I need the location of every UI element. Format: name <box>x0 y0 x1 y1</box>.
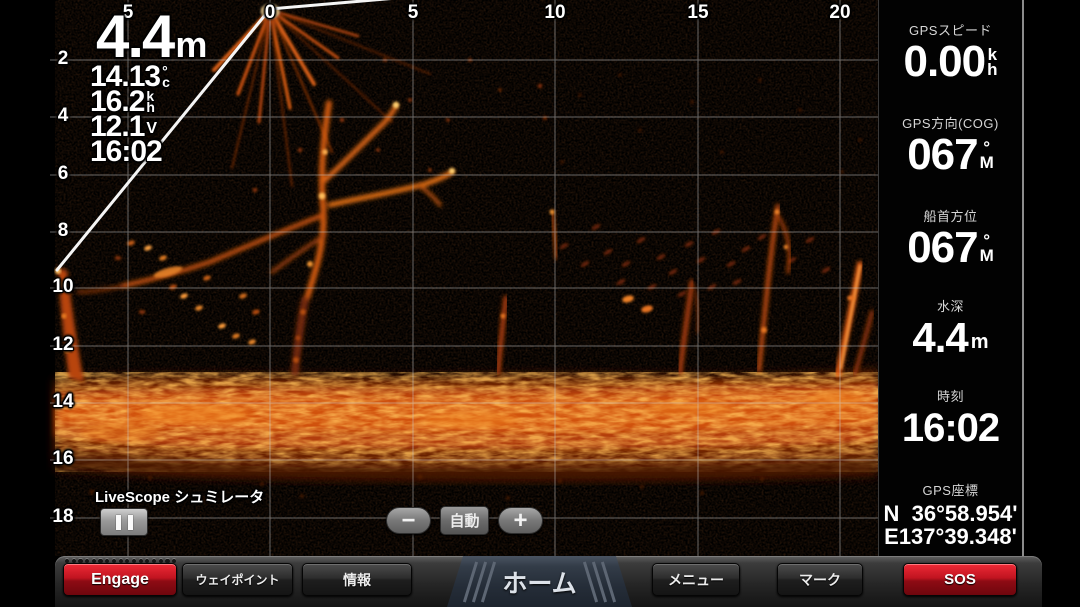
field-time: 時刻 16:02 <box>879 386 1022 451</box>
info-button[interactable]: 情報 <box>302 563 412 596</box>
overlay-time: 16:02 <box>90 139 207 164</box>
seabed-return <box>55 370 878 482</box>
zoom-out-button[interactable]: − <box>386 507 431 534</box>
overlay-depth: 4.4 m <box>96 10 207 64</box>
field-gps-speed: GPSスピード 0.00 kh <box>879 20 1022 85</box>
depth-tick: 2 <box>42 48 84 70</box>
sonar-overlay: 4.4 m 14.13 °c 16.2 kh 12.1 V 16:02 <box>90 10 207 164</box>
field-heading: 船首方位 067 °M <box>879 206 1022 271</box>
depth-tick: 12 <box>42 334 84 356</box>
chartplotter-screen: 5 0 5 10 15 20 2 4 6 8 10 12 14 16 18 4.… <box>0 0 1080 607</box>
field-depth: 水深 4.4 m <box>879 296 1022 361</box>
sos-button[interactable]: SOS <box>903 563 1017 596</box>
depth-tick: 6 <box>42 163 84 185</box>
depth-tick: 4 <box>42 105 84 127</box>
pause-icon <box>116 515 133 530</box>
auto-range-button[interactable]: 自動 <box>440 506 489 535</box>
range-tick: 10 <box>538 2 572 24</box>
depth-tick: 16 <box>42 448 84 470</box>
zoom-in-button[interactable]: + <box>498 507 543 534</box>
range-tick: 0 <box>253 2 287 24</box>
menu-button[interactable]: メニュー <box>652 563 740 596</box>
bottom-toolbar: ホーム Engage ウェイポイント 情報 メニュー マーク SOS <box>55 556 1042 607</box>
pause-button[interactable] <box>100 508 148 536</box>
depth-tick: 10 <box>42 276 84 298</box>
mark-button[interactable]: マーク <box>777 563 863 596</box>
depth-tick: 14 <box>42 391 84 413</box>
tab-home[interactable]: ホーム <box>447 556 632 607</box>
field-gps-position: GPS座標 N 36°58.954' E137°39.348' <box>879 480 1022 548</box>
databar: GPSスピード 0.00 kh GPS方向(COG) 067 °M 船首方位 0… <box>878 0 1024 556</box>
zoom-controls: − 自動 + <box>386 506 543 535</box>
range-tick: 20 <box>823 2 857 24</box>
simulator-label: LiveScope シュミレータ <box>95 486 264 507</box>
home-label: ホーム <box>502 564 576 600</box>
waypoint-button[interactable]: ウェイポイント <box>182 563 293 596</box>
range-tick: 15 <box>681 2 715 24</box>
field-cog: GPS方向(COG) 067 °M <box>879 113 1022 178</box>
depth-tick: 18 <box>42 506 84 528</box>
engage-button[interactable]: Engage <box>63 563 177 596</box>
depth-tick: 8 <box>42 220 84 242</box>
range-tick: 5 <box>396 2 430 24</box>
